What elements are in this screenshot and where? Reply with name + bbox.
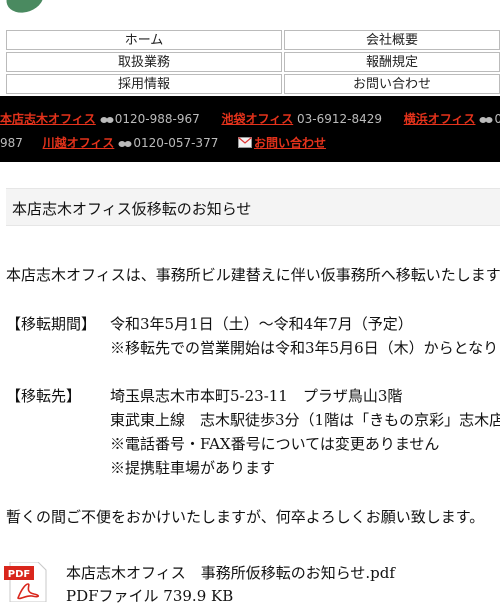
office-line-2: 987 川越オフィス 0120-057-377 お問い合わせ (0, 134, 326, 151)
pdf-icon-label: PDF (8, 569, 30, 580)
contact-link[interactable]: お問い合わせ (254, 136, 326, 150)
office-phone: 0120-988-967 (114, 112, 200, 126)
office-link-shiki[interactable]: 本店志木オフィス (0, 112, 96, 126)
office-phone: 03-6912-8429 (297, 112, 383, 126)
intro-text: 本店志木オフィスは、事務所ビル建替えに伴い仮事務所へ移転いたします (6, 266, 500, 284)
attachment-size: PDFファイル 739.9 KB (66, 587, 234, 605)
nav-recruit[interactable]: 採用情報 (6, 74, 282, 94)
office-link-ikebukuro[interactable]: 池袋オフィス (221, 112, 293, 126)
dest-note-phone: ※電話番号・FAX番号については変更ありません (110, 435, 440, 453)
nav-company[interactable]: 会社概要 (284, 30, 500, 50)
dest-access: 東武東上線 志木駅徒歩3分（1階は「きもの京彩」志木店 (110, 411, 500, 429)
page-title: 本店志木オフィス仮移転のお知らせ (12, 200, 252, 218)
office-phone-continued: 987 (0, 136, 23, 150)
pdf-file-icon[interactable]: PDF (4, 562, 50, 602)
office-line-1: 本店志木オフィス 0120-988-967 池袋オフィス 03-6912-8429… (0, 110, 500, 127)
mail-icon (238, 137, 252, 148)
office-link-kawagoe[interactable]: 川越オフィス (43, 136, 115, 150)
attachment-link[interactable]: 本店志木オフィス 事務所仮移転のお知らせ.pdf (66, 562, 395, 583)
site-header (0, 0, 500, 24)
office-contact-bar: 本店志木オフィス 0120-988-967 池袋オフィス 03-6912-8429… (0, 96, 500, 162)
page-title-box: 本店志木オフィス仮移転のお知らせ (6, 188, 500, 226)
logo-icon[interactable] (2, 0, 48, 18)
nav-fees[interactable]: 報酬規定 (284, 52, 500, 72)
office-phone: 0120 (494, 112, 500, 126)
toll-free-icon (100, 116, 114, 123)
period-line: 令和3年5月1日（土）〜令和4年7月（予定） (110, 315, 413, 333)
dest-address: 埼玉県志木市本町5-23-11 プラザ鳥山3階 (110, 387, 403, 405)
closing-text: 暫くの間ご不便をおかけいたしますが、何卒よろしくお願い致します。 (6, 508, 485, 526)
toll-free-icon (479, 116, 493, 123)
toll-free-icon (118, 140, 132, 147)
period-note: ※移転先での営業開始は令和3年5月6日（木）からとなりま (110, 339, 500, 357)
dest-label: 【移転先】 (6, 387, 82, 405)
nav-contact[interactable]: お問い合わせ (284, 74, 500, 94)
office-link-yokohama[interactable]: 横浜オフィス (404, 112, 476, 126)
dest-note-parking: ※提携駐車場があります (110, 459, 276, 477)
period-label: 【移転期間】 (6, 315, 97, 333)
nav-home[interactable]: ホーム (6, 30, 282, 50)
nav-services[interactable]: 取扱業務 (6, 52, 282, 72)
office-phone: 0120-057-377 (133, 136, 219, 150)
